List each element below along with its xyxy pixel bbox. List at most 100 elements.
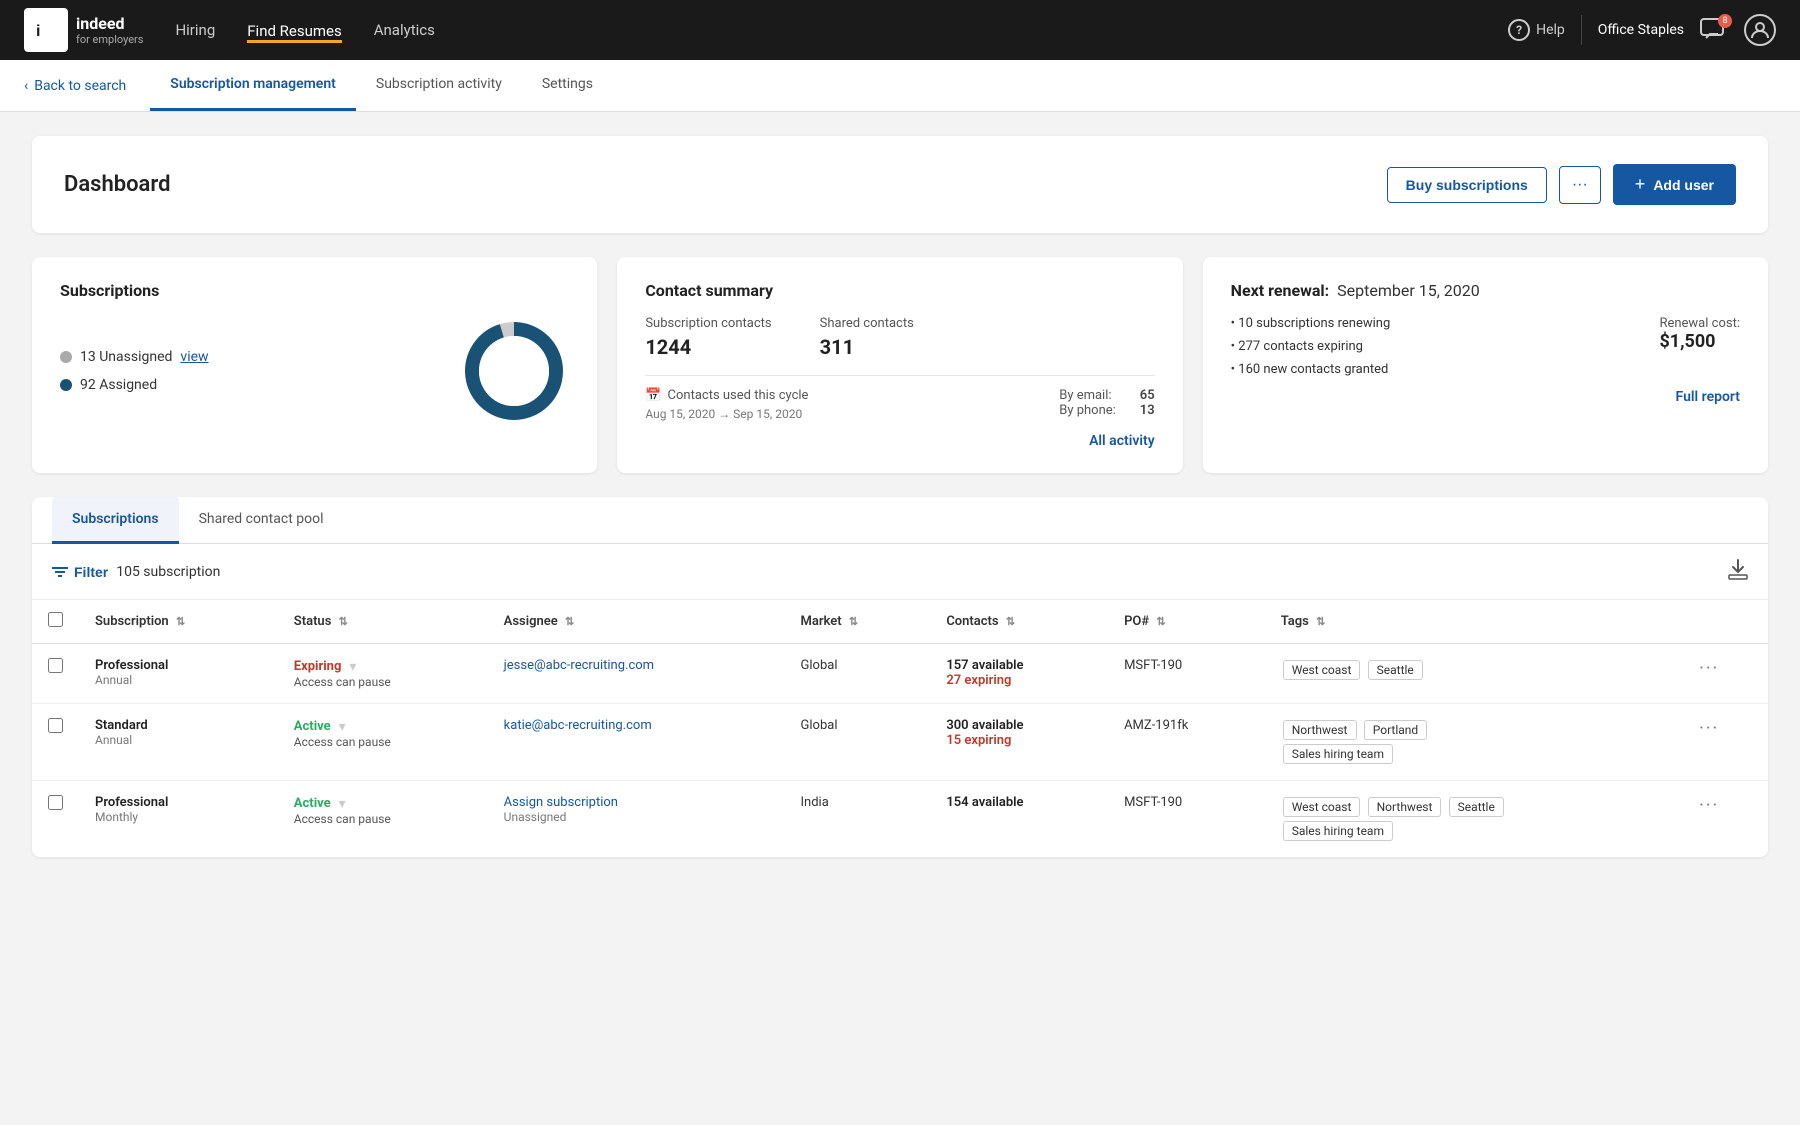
col-po[interactable]: PO# ⇅ [1108,600,1265,644]
by-email-row: By email: 65 [1059,388,1154,403]
row2-status-sub: Access can pause [294,812,472,826]
assign-subscription-link[interactable]: Assign subscription [504,795,769,810]
col-assignee[interactable]: Assignee ⇅ [488,600,785,644]
download-button[interactable] [1728,558,1748,585]
app-name: indeed [76,14,143,33]
tab-subscriptions[interactable]: Subscriptions [52,497,179,544]
by-phone-row: By phone: 13 [1059,403,1154,418]
renewal-item-1: • 277 contacts expiring [1231,339,1391,354]
help-button[interactable]: ? Help [1508,19,1565,41]
row2-status-dropdown[interactable]: ▾ [339,795,346,812]
row1-status-dropdown[interactable]: ▾ [339,718,346,735]
row1-actions[interactable]: ··· [1683,704,1768,781]
row0-subscription: Professional Annual [79,644,278,704]
tab-shared-pool[interactable]: Shared contact pool [179,497,344,544]
row1-status: Active ▾ Access can pause [278,704,488,781]
data-table: Subscription ⇅ Status ⇅ Assignee ⇅ Marke… [32,600,1768,857]
chat-icon[interactable]: 8 [1700,18,1728,42]
sort-assignee: ⇅ [565,615,574,628]
buy-subscriptions-button[interactable]: Buy subscriptions [1387,167,1547,203]
col-tags[interactable]: Tags ⇅ [1265,600,1683,644]
table-row: Professional Monthly Active ▾ Access can… [32,781,1768,858]
row1-select[interactable] [48,718,63,733]
row0-tags: West coast Seattle [1265,644,1683,704]
row2-more-icon[interactable]: ··· [1699,795,1719,816]
row0-more-icon[interactable]: ··· [1699,658,1719,679]
row2-status-label: Active [294,796,331,811]
back-label: Back to search [34,78,126,94]
tab-subscription-management[interactable]: Subscription management [150,60,356,111]
nav-right: ? Help Office Staples 8 [1508,14,1776,46]
renewal-item-2: • 160 new contacts granted [1231,362,1391,377]
tab-settings[interactable]: Settings [522,60,613,111]
user-icon[interactable] [1744,14,1776,46]
sort-market: ⇅ [849,615,858,628]
assigned-legend: 92 Assigned [60,377,209,393]
filter-area: Filter 105 subscription [52,564,220,580]
sub-nav: ‹ Back to search Subscription management… [0,60,1800,112]
row2-market: India [785,781,931,858]
cycle-left: 📅 Contacts used this cycle Aug 15, 2020 … [645,388,808,421]
row1-po: AMZ-191fk [1108,704,1265,781]
nav-find-resumes[interactable]: Find Resumes [247,17,341,43]
row0-status-label: Expiring [294,659,342,674]
stats-row: Subscriptions 13 Unassigned view 92 Assi… [32,257,1768,473]
row0-status: Expiring ▾ Access can pause [278,644,488,704]
col-status[interactable]: Status ⇅ [278,600,488,644]
chat-badge: 8 [1718,14,1732,28]
select-all-checkbox[interactable] [48,612,63,627]
renewal-header: Next renewal: September 15, 2020 [1231,281,1740,300]
tab-subscription-activity[interactable]: Subscription activity [356,60,522,111]
row1-checkbox [32,704,79,781]
row2-subscription: Professional Monthly [79,781,278,858]
col-actions [1683,600,1768,644]
cycle-right: By email: 65 By phone: 13 [1059,388,1154,418]
sort-status: ⇅ [339,615,348,628]
back-to-search[interactable]: ‹ Back to search [24,78,126,94]
cycle-title: 📅 Contacts used this cycle [645,388,808,403]
unassigned-legend: 13 Unassigned view [60,349,209,365]
col-market[interactable]: Market ⇅ [785,600,931,644]
cycle-dates: Aug 15, 2020 → Sep 15, 2020 [645,407,808,421]
cycle-row: 📅 Contacts used this cycle Aug 15, 2020 … [645,388,1154,421]
col-subscription[interactable]: Subscription ⇅ [79,600,278,644]
table-tabs: Subscriptions Shared contact pool [32,497,1768,544]
shared-contacts-value: 311 [820,335,914,359]
row0-actions[interactable]: ··· [1683,644,1768,704]
unassigned-dot [60,351,72,363]
nav-hiring[interactable]: Hiring [175,17,215,43]
calendar-icon: 📅 [645,388,661,403]
sort-tags: ⇅ [1316,615,1325,628]
view-link[interactable]: view [180,349,208,365]
unassigned-count: 13 Unassigned [80,349,172,365]
more-options-button[interactable]: ··· [1559,166,1601,204]
row2-tags: West coast Northwest Seattle Sales hirin… [1265,781,1683,858]
row0-status-dropdown[interactable]: ▾ [349,658,356,675]
row1-subscription: Standard Annual [79,704,278,781]
row1-more-icon[interactable]: ··· [1699,718,1719,739]
help-label: Help [1536,22,1565,38]
full-report-link[interactable]: Full report [1231,389,1740,405]
row2-actions[interactable]: ··· [1683,781,1768,858]
sort-subscription: ⇅ [176,615,185,628]
nav-analytics[interactable]: Analytics [374,17,435,43]
unassigned-label: Unassigned [504,810,769,824]
contact-summary-card: Contact summary Subscription contacts 12… [617,257,1182,473]
row0-select[interactable] [48,658,63,673]
add-user-button[interactable]: + Add user [1613,164,1736,205]
table-row: Professional Annual Expiring ▾ Access ca… [32,644,1768,704]
subscriptions-card-title: Subscriptions [60,281,569,300]
row2-select[interactable] [48,795,63,810]
row1-assignee: katie@abc-recruiting.com [488,704,785,781]
all-activity-link[interactable]: All activity [645,433,1154,449]
row0-contacts: 157 available 27 expiring [930,644,1108,704]
nav-links: Hiring Find Resumes Analytics [175,17,1508,43]
row0-po: MSFT-190 [1108,644,1265,704]
sub-contacts-value: 1244 [645,335,771,359]
filter-button[interactable]: Filter [52,564,108,580]
col-contacts[interactable]: Contacts ⇅ [930,600,1108,644]
top-nav: i indeed for employers Hiring Find Resum… [0,0,1800,60]
row1-tags: Northwest Portland Sales hiring team [1265,704,1683,781]
renewal-cost: Renewal cost: $1,500 [1659,316,1740,352]
filter-label: Filter [74,564,108,580]
